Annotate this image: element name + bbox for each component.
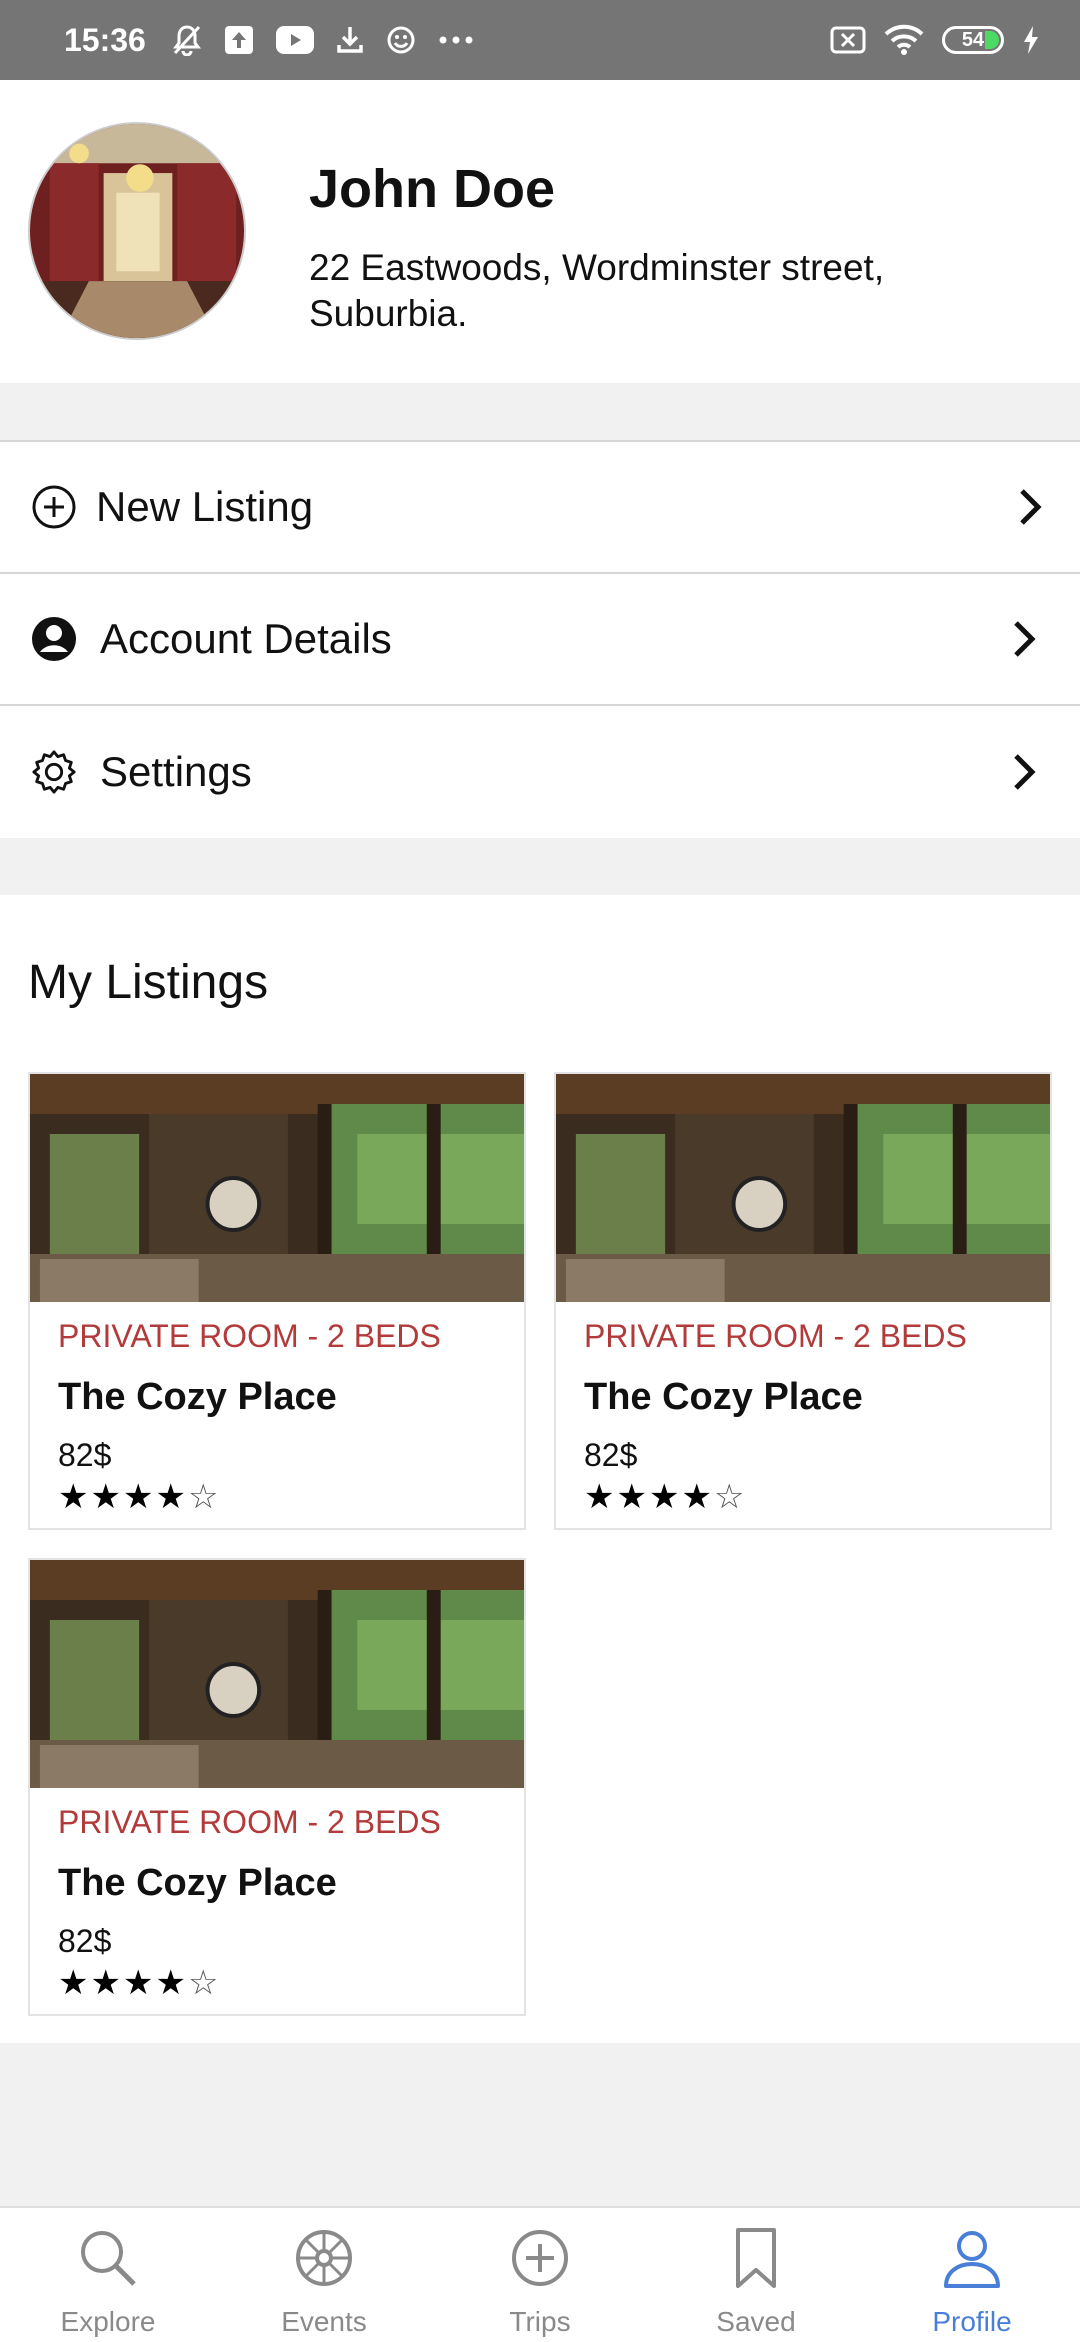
avatar-image (30, 124, 244, 338)
chevron-right-icon (1014, 621, 1036, 657)
my-listings-section: My Listings PRIVATE ROOM - 2 BEDS The Co… (0, 895, 1080, 2043)
star-filled-icon: ★ (584, 1478, 615, 1516)
nav-label: Trips (509, 2306, 571, 2337)
star-empty-icon: ☆ (187, 1478, 219, 1516)
bottom-nav: Explore Events Trips Saved Profile (0, 2206, 1080, 2342)
chevron-right-icon (1014, 754, 1036, 790)
nav-trips[interactable]: Trips (432, 2208, 648, 2342)
listing-title: The Cozy Place (58, 1376, 337, 1418)
download-icon (337, 27, 363, 53)
star-empty-icon: ☆ (713, 1478, 745, 1516)
star-filled-icon: ★ (155, 1964, 186, 2002)
listing-price: 82$ (58, 1437, 112, 1473)
status-bar: 15:36 54 (0, 0, 1080, 80)
nav-saved[interactable]: Saved (648, 2208, 864, 2342)
account-circle-icon (30, 615, 78, 663)
listing-price: 82$ (58, 1923, 112, 1959)
menu-item-label: Account Details (100, 615, 392, 662)
youtube-icon (275, 26, 314, 54)
listing-photo (30, 1560, 524, 1788)
listing-photo (30, 1074, 524, 1302)
menu-item-label: Settings (100, 748, 252, 795)
listing-type: PRIVATE ROOM - 2 BEDS (58, 1318, 441, 1354)
menu-item-settings[interactable]: Settings (0, 706, 1080, 838)
battery-icon: 54 (942, 26, 1004, 54)
sim-x-icon (830, 26, 866, 54)
menu-item-new-listing[interactable]: New Listing (0, 442, 1080, 574)
menu-item-label: New Listing (96, 483, 314, 530)
star-filled-icon: ★ (681, 1478, 712, 1516)
plus-circle-icon (30, 483, 78, 531)
wheel-icon (296, 2230, 352, 2286)
chevron-right-icon (1020, 489, 1042, 525)
mute-bell-icon (172, 25, 201, 56)
listing-title: The Cozy Place (58, 1862, 337, 1904)
nav-label: Explore (60, 2306, 156, 2337)
profile-header: John Doe 22 Eastwoods, Wordminster stree… (0, 80, 1080, 383)
plus-circle-icon (512, 2230, 568, 2286)
star-filled-icon: ★ (122, 1964, 154, 2002)
listing-title: The Cozy Place (584, 1376, 863, 1418)
star-filled-icon: ★ (616, 1478, 647, 1516)
more-dots-icon (439, 36, 473, 44)
wifi-icon (884, 24, 924, 55)
bookmark-icon (736, 2228, 776, 2288)
listing-card[interactable]: PRIVATE ROOM - 2 BEDS The Cozy Place 82$… (28, 1558, 526, 2016)
listing-card[interactable]: PRIVATE ROOM - 2 BEDS The Cozy Place 82$… (554, 1072, 1052, 1530)
status-time: 15:36 (64, 21, 146, 58)
avatar[interactable] (28, 122, 246, 340)
nav-profile[interactable]: Profile (864, 2208, 1080, 2342)
nav-explore[interactable]: Explore (0, 2208, 216, 2342)
star-filled-icon: ★ (90, 1478, 121, 1516)
gear-icon (30, 748, 78, 796)
search-icon (81, 2231, 136, 2286)
star-filled-icon: ★ (90, 1964, 121, 2002)
charging-icon (1024, 26, 1038, 54)
star-filled-icon: ★ (58, 1964, 89, 2002)
star-empty-icon: ☆ (187, 1964, 219, 2002)
section-heading: My Listings (28, 956, 269, 1009)
listing-photo (556, 1074, 1050, 1302)
rating-stars: ★ ★ ★ ★ ☆ (58, 1480, 218, 1514)
nav-label: Events (281, 2306, 367, 2337)
battery-level: 54 (961, 28, 985, 51)
person-icon (944, 2231, 1000, 2288)
star-filled-icon: ★ (58, 1478, 89, 1516)
listing-type: PRIVATE ROOM - 2 BEDS (584, 1318, 967, 1354)
smiley-icon (387, 26, 415, 54)
rating-stars: ★ ★ ★ ★ ☆ (584, 1480, 744, 1514)
nav-label: Saved (716, 2306, 796, 2337)
nav-events[interactable]: Events (216, 2208, 432, 2342)
profile-address: 22 Eastwoods, Wordminster street, Suburb… (309, 247, 885, 334)
nav-label: Profile (932, 2306, 1012, 2337)
menu-item-account-details[interactable]: Account Details (0, 574, 1080, 706)
star-filled-icon: ★ (648, 1478, 680, 1516)
listing-type: PRIVATE ROOM - 2 BEDS (58, 1804, 441, 1840)
listing-card[interactable]: PRIVATE ROOM - 2 BEDS The Cozy Place 82$… (28, 1072, 526, 1530)
profile-menu: New Listing Account Details Settings (0, 440, 1080, 838)
star-filled-icon: ★ (122, 1478, 154, 1516)
star-filled-icon: ★ (155, 1478, 186, 1516)
profile-name: John Doe (309, 159, 556, 219)
listing-price: 82$ (584, 1437, 638, 1473)
upload-icon (224, 26, 253, 54)
rating-stars: ★ ★ ★ ★ ☆ (58, 1966, 218, 2000)
